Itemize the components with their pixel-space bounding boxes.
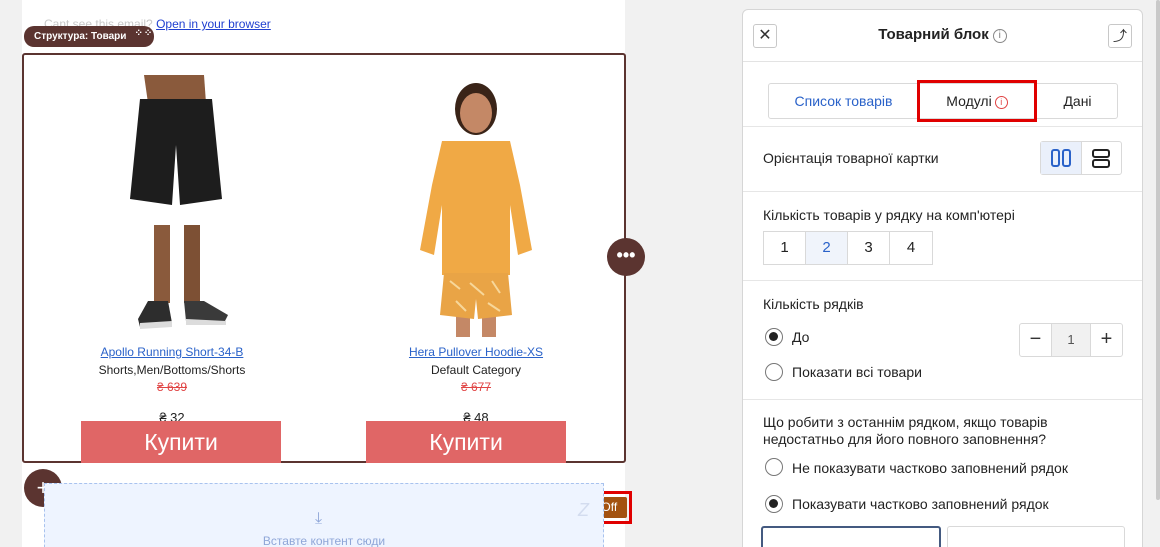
per-row-option[interactable]: 2 — [806, 232, 848, 264]
minus-icon[interactable]: − — [1020, 324, 1052, 356]
divider — [743, 126, 1142, 127]
rows-value[interactable]: 1 — [1052, 324, 1090, 356]
per-row-option[interactable]: 4 — [890, 232, 932, 264]
layout-option-card[interactable] — [761, 526, 941, 547]
product-category: Shorts,Men/Bottoms/Shorts — [98, 363, 246, 377]
per-row-option[interactable]: 1 — [764, 232, 806, 264]
tab-data[interactable]: Дані — [1035, 84, 1119, 118]
structure-label[interactable]: Структура: Товари ⁘⁘ — [24, 26, 155, 47]
drag-grip-icon[interactable]: ⁘⁘ — [134, 29, 152, 39]
orientation-vertical-button[interactable] — [1041, 142, 1082, 174]
open-in-browser-link[interactable]: Open in your browser — [156, 17, 271, 31]
product-block[interactable]: Apollo Running Short-34-B Shorts,Men/Bot… — [22, 53, 632, 524]
insert-icon: ⤓ — [315, 510, 323, 527]
buy-button[interactable]: Купити — [366, 421, 566, 463]
orientation-label: Орієнтація товарної картки — [763, 150, 939, 166]
product-name-link[interactable]: Hera Pullover Hoodie-XS — [360, 345, 592, 359]
panel-title-text: Товарний блок — [878, 26, 989, 43]
tab-product-list[interactable]: Список товарів — [769, 84, 919, 118]
move-up-icon[interactable]: ⤴ — [1108, 24, 1132, 48]
rows-label: Кількість рядків — [763, 296, 864, 312]
product-category: Default Category — [430, 363, 522, 377]
divider — [743, 191, 1142, 192]
page-scrollbar[interactable] — [1156, 0, 1160, 500]
product-image-hoodie — [360, 75, 592, 337]
last-row-hide-radio[interactable] — [765, 458, 783, 476]
rows-up-to-radio[interactable] — [765, 328, 783, 346]
info-icon[interactable]: i — [992, 29, 1007, 43]
buy-button[interactable]: Купити — [81, 421, 281, 463]
rows-all-radio[interactable] — [765, 363, 783, 381]
more-options-button[interactable]: ••• — [607, 238, 645, 276]
tab-highlight — [917, 80, 1037, 122]
rows-all-label: Показати всі товари — [792, 364, 922, 380]
rows-up-to-label: До — [792, 329, 810, 345]
dropzone-text: Вставте контент сюди — [262, 534, 386, 547]
settings-panel: ✕ Товарний блок i ⤴ Список товарів Модулі… — [742, 9, 1143, 547]
plus-icon[interactable]: + — [1090, 324, 1122, 356]
orientation-horizontal-button[interactable] — [1082, 142, 1121, 174]
panel-title: Товарний блок i — [743, 26, 1142, 43]
layout-option-card[interactable] — [947, 526, 1125, 547]
divider — [743, 399, 1142, 400]
content-dropzone[interactable]: ⤓ Z Вставте контент сюди — [44, 483, 604, 547]
last-row-show-radio[interactable] — [765, 495, 783, 513]
per-row-option[interactable]: 3 — [848, 232, 890, 264]
product-card: Apollo Running Short-34-B Shorts,Men/Bot… — [56, 75, 288, 425]
product-image-shorts — [56, 75, 288, 337]
product-old-price: ₴ 677 — [460, 380, 492, 394]
product-card: Hera Pullover Hoodie-XS Default Category… — [360, 75, 592, 425]
product-name-link[interactable]: Apollo Running Short-34-B — [56, 345, 288, 359]
z-icon: Z — [578, 500, 589, 520]
per-row-selector: 1 2 3 4 — [763, 231, 933, 265]
rows-stepper: − 1 + — [1019, 323, 1123, 357]
per-row-label: Кількість товарів у рядку на комп'ютері — [763, 207, 1015, 223]
divider — [743, 280, 1142, 281]
last-row-question: Що робити з останнім рядком, якщо товарі… — [763, 414, 1048, 447]
panel-header: ✕ Товарний блок i ⤴ — [743, 10, 1142, 62]
structure-label-text: Структура: Товари — [34, 31, 127, 42]
product-old-price: ₴ 639 — [156, 380, 188, 394]
email-canvas: Cant see this email? Open in your browse… — [22, 0, 632, 547]
last-row-show-label: Показувати частково заповнений рядок — [792, 496, 1049, 512]
last-row-hide-label: Не показувати частково заповнений рядок — [792, 460, 1068, 476]
orientation-toggle — [1040, 141, 1122, 175]
